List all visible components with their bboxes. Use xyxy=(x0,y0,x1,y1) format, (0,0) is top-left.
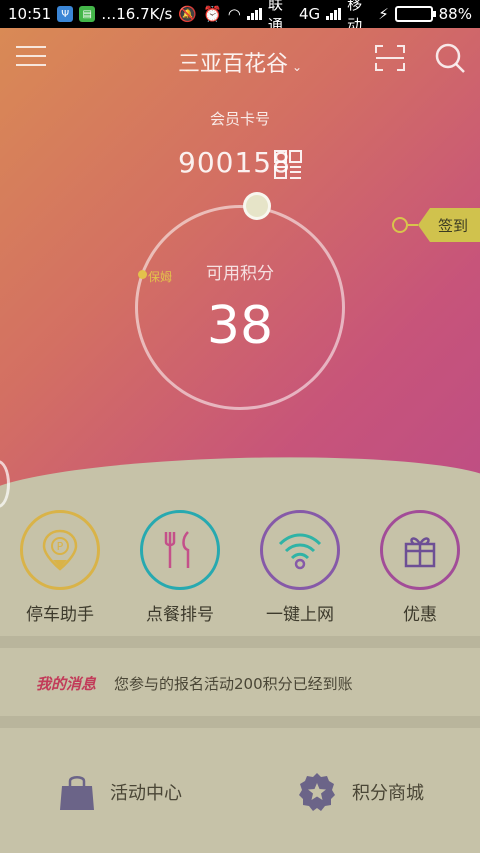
mall-selector[interactable]: 三亚百花谷 ⌄ xyxy=(0,46,480,78)
svg-text:P: P xyxy=(57,540,64,553)
charging-icon: ⚡ xyxy=(378,5,389,23)
points-mall-button[interactable]: 积分商城 xyxy=(240,730,480,853)
wifi-status-icon: ◠ xyxy=(227,5,241,23)
chevron-down-icon: ⌄ xyxy=(291,60,303,74)
battery-icon xyxy=(394,6,436,22)
activity-center-label: 活动中心 xyxy=(110,782,182,804)
checkin-button[interactable]: 签到 xyxy=(392,208,480,242)
bag-icon xyxy=(60,775,94,810)
status-bar: 10:51 Ψ ▤ … 16.7K/s 🔕 ⏰ ◠ 联通 4G 移动 ⚡ 88% xyxy=(0,0,480,34)
quick-actions: P 停车助手 点餐排号 一键上网 优惠 xyxy=(0,510,480,630)
checkin-ring-icon xyxy=(392,217,408,233)
usb-icon: Ψ xyxy=(57,6,74,22)
action-parking[interactable]: P 停车助手 xyxy=(5,510,115,630)
hero-wave xyxy=(0,451,480,498)
wifi-icon xyxy=(260,510,340,590)
message-row[interactable]: 我的消息 您参与的报名活动200积分已经到账 xyxy=(0,650,480,716)
cutlery-icon xyxy=(140,510,220,590)
bottom-tiles: 活动中心 积分商城 xyxy=(0,730,480,853)
mute-icon: 🔕 xyxy=(178,5,198,23)
signal-icon xyxy=(246,8,262,20)
action-label: 点餐排号 xyxy=(146,605,214,625)
action-wifi[interactable]: 一键上网 xyxy=(245,510,355,630)
message-text: 您参与的报名活动200积分已经到账 xyxy=(114,674,353,693)
card-label: 会员卡号 xyxy=(209,110,270,128)
action-label: 优惠 xyxy=(403,605,437,625)
network-type: 4G xyxy=(298,5,321,23)
section-divider xyxy=(0,716,480,728)
more-notifications-icon: … xyxy=(101,5,117,23)
signal-icon-2 xyxy=(326,8,342,20)
action-label: 一键上网 xyxy=(266,605,334,625)
search-icon[interactable] xyxy=(434,42,466,74)
ring-progress-dot xyxy=(243,192,271,220)
activity-center-button[interactable]: 活动中心 xyxy=(0,730,240,853)
battery-percent: 88% xyxy=(438,5,472,23)
section-divider xyxy=(0,636,480,648)
available-points-label: 可用积分 xyxy=(206,264,274,284)
scan-icon[interactable] xyxy=(374,44,406,72)
gift-icon xyxy=(380,510,460,590)
alarm-icon: ⏰ xyxy=(203,5,222,23)
checkin-connector xyxy=(408,224,418,226)
app-notification-icon: ▤ xyxy=(79,6,96,22)
status-time: 10:51 xyxy=(8,5,52,23)
action-label: 停车助手 xyxy=(26,605,94,625)
points-mall-label: 积分商城 xyxy=(352,782,424,804)
action-offers[interactable]: 优惠 xyxy=(365,510,475,630)
page-title: 三亚百花谷 xyxy=(177,52,288,77)
action-dining[interactable]: 点餐排号 xyxy=(125,510,235,630)
network-speed: 16.7K/s xyxy=(116,5,173,23)
parking-icon: P xyxy=(20,510,100,590)
message-tag: 我的消息 xyxy=(36,674,97,693)
checkin-label: 签到 xyxy=(418,208,480,242)
badge-icon xyxy=(299,772,335,811)
qrcode-icon[interactable] xyxy=(274,150,302,180)
points-value: 38 xyxy=(206,296,274,356)
